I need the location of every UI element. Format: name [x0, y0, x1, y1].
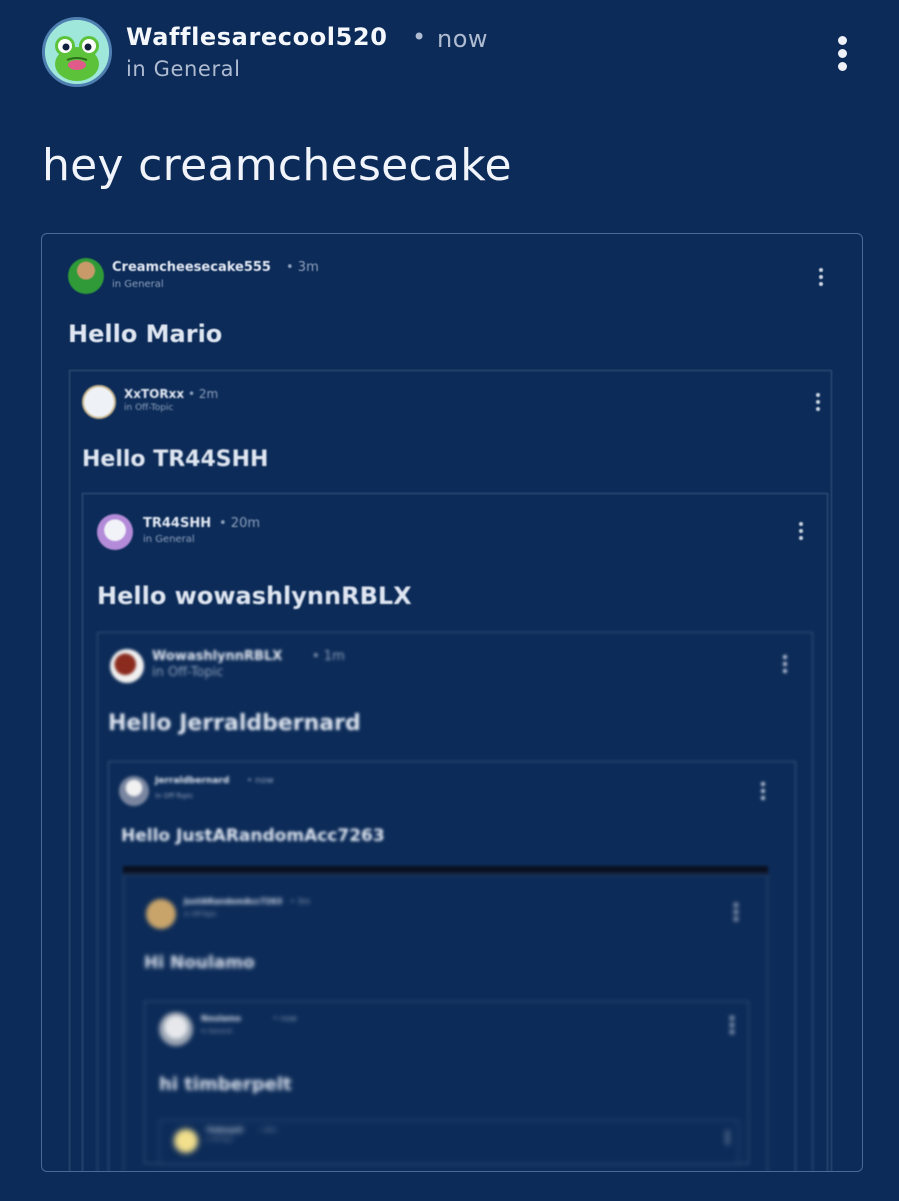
post-community[interactable]: in General [126, 57, 241, 81]
nested-body: Hello wowashlynnRBLX [97, 582, 412, 610]
nested-author: XxTORxx [124, 387, 185, 401]
avatar [110, 649, 144, 683]
nested-community: in General [112, 279, 164, 290]
nested-author: Noulamo [201, 1014, 241, 1023]
nested-post-5: JustARandomAcc7263 • 3m in Off-Topic Hi … [123, 874, 768, 1171]
nested-author: Timberpelt [206, 1127, 244, 1134]
nested-community: in Off-Topic [124, 403, 174, 413]
kebab-menu-icon [726, 1131, 729, 1144]
nested-time: • 49m [258, 1127, 277, 1134]
post-author[interactable]: Wafflesarecool520 [126, 23, 388, 51]
nested-time: • 3m [290, 897, 311, 906]
nested-time: • 2m [188, 387, 219, 401]
avatar [119, 776, 149, 806]
nested-community: in Off-Topic [184, 911, 217, 918]
nested-post-1: XxTORxx • 2m in Off-Topic Hello TR44SHH … [69, 370, 832, 1171]
kebab-menu-icon [730, 1016, 734, 1034]
nested-post-6: Noulamo • now in General hi timberpelt T… [144, 1001, 749, 1165]
nested-body: Hello Mario [68, 320, 223, 348]
post-title: hey creamchesecake [42, 140, 512, 191]
kebab-menu-icon [734, 903, 738, 921]
nested-post-4: Jerraldbernard • now in Off-Topic Hello … [108, 761, 796, 1171]
nested-time: • now [273, 1014, 297, 1023]
nested-body: Hello TR44SHH [82, 447, 269, 472]
kebab-menu-icon [816, 393, 820, 411]
nested-post-3: WowashlynnRBLX • 1m in Off-Topic Hello J… [97, 632, 813, 1171]
nested-author: JustARandomAcc7263 [184, 897, 283, 906]
frog-avatar-icon[interactable] [42, 17, 112, 87]
avatar [97, 514, 133, 550]
post-time: now [437, 25, 489, 53]
nested-community: in Off-Topic [206, 1137, 234, 1143]
nested-community: in Off-Topic [155, 792, 194, 800]
nested-body: Hi Noulamo [144, 953, 255, 973]
nested-author: TR44SHH [143, 516, 212, 531]
avatar [159, 1012, 193, 1046]
avatar [68, 258, 104, 294]
kebab-menu-icon [799, 522, 803, 540]
nested-body: Hello Jerraldbernard [108, 711, 361, 736]
nested-author: Creamcheesecake555 [112, 260, 271, 275]
nested-time: • now [247, 776, 274, 786]
nested-time: • 3m [286, 260, 319, 275]
nested-author: Jerraldbernard [155, 776, 230, 786]
kebab-menu-icon[interactable] [838, 36, 847, 75]
nested-body: Hello JustARandomAcc7263 [121, 826, 385, 846]
separator-dot: • [412, 23, 427, 51]
avatar [82, 385, 116, 419]
nested-community: in General [143, 534, 195, 545]
embedded-screenshot[interactable]: Creamcheesecake555 • 3m in General Hello… [41, 233, 863, 1172]
nested-post-2: TR44SHH • 20m in General Hello wowashlyn… [82, 493, 828, 1171]
nested-time: • 20m [219, 516, 261, 531]
nested-community: in Off-Topic [152, 665, 224, 680]
avatar [174, 1129, 198, 1153]
nested-author: WowashlynnRBLX [152, 649, 283, 664]
kebab-menu-icon [761, 782, 765, 800]
kebab-menu-icon [783, 655, 787, 673]
nested-community: in General [201, 1028, 233, 1035]
nested-time: • 1m [312, 649, 345, 664]
nested-post-7: Timberpelt • 49m in Off-Topic [159, 1120, 739, 1165]
kebab-menu-icon [819, 268, 823, 286]
avatar [146, 899, 176, 929]
nested-body: hi timberpelt [159, 1074, 292, 1095]
post-header: Wafflesarecool520 • now in General [42, 17, 862, 89]
